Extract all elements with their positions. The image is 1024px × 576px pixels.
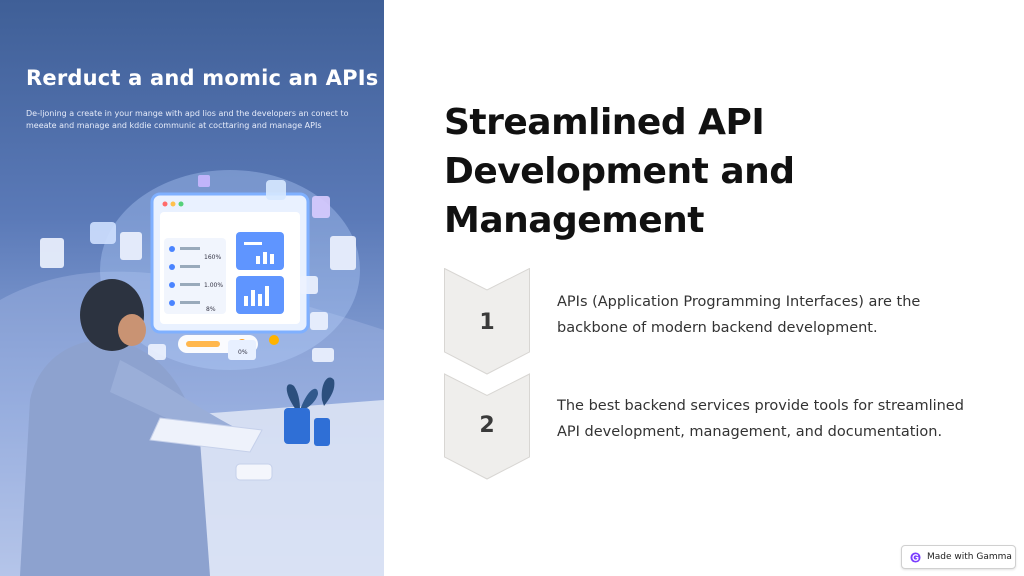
svg-text:0%: 0%: [238, 349, 248, 356]
slide-title: Streamlined API Development and Manageme…: [444, 98, 964, 245]
step-2-line: API development, management, and documen…: [557, 424, 943, 440]
hero-subtitle-line: meeate and manage and kddie communic at …: [26, 121, 322, 130]
step-2-number: 2: [479, 413, 495, 438]
gamma-logo-icon: [910, 551, 921, 563]
hero-subtitle-line: De-ljoning a create in your mange with a…: [26, 109, 349, 118]
step-2-line: The best backend services provide tools …: [557, 398, 964, 414]
hero-illustration: 160% 1.00% 8% 0% Rerduct a and momic an …: [0, 0, 384, 576]
svg-text:160%: 160%: [204, 254, 221, 261]
hero-subtitle: De-ljoning a create in your mange with a…: [26, 108, 371, 132]
step-1-text: APIs (Application Programming Interfaces…: [557, 289, 977, 341]
step-1-line: backbone of modern backend development.: [557, 320, 878, 336]
badge-label: Made with Gamma: [927, 552, 1012, 562]
gear-icon: [269, 335, 279, 345]
cloud-icon: [310, 312, 328, 330]
floating-app-card-icon: [90, 222, 116, 244]
hero-title: Rerduct a and momic an APIs: [26, 66, 379, 90]
slide-title-line: Development and: [444, 151, 795, 192]
step-1-number: 1: [479, 310, 495, 335]
slide-title-line: Streamlined API: [444, 102, 765, 143]
shield-icon: [312, 196, 330, 218]
step-1-line: APIs (Application Programming Interfaces…: [557, 294, 921, 310]
slide-title-line: Management: [444, 200, 705, 241]
step-arrows: [444, 268, 530, 480]
step-2-text: The best backend services provide tools …: [557, 393, 977, 445]
svg-text:1.00%: 1.00%: [204, 282, 223, 289]
made-with-gamma-badge[interactable]: Made with Gamma: [901, 545, 1016, 569]
svg-text:8%: 8%: [206, 306, 216, 313]
monitor-dashboard-icon: 160% 1.00% 8%: [150, 192, 310, 334]
